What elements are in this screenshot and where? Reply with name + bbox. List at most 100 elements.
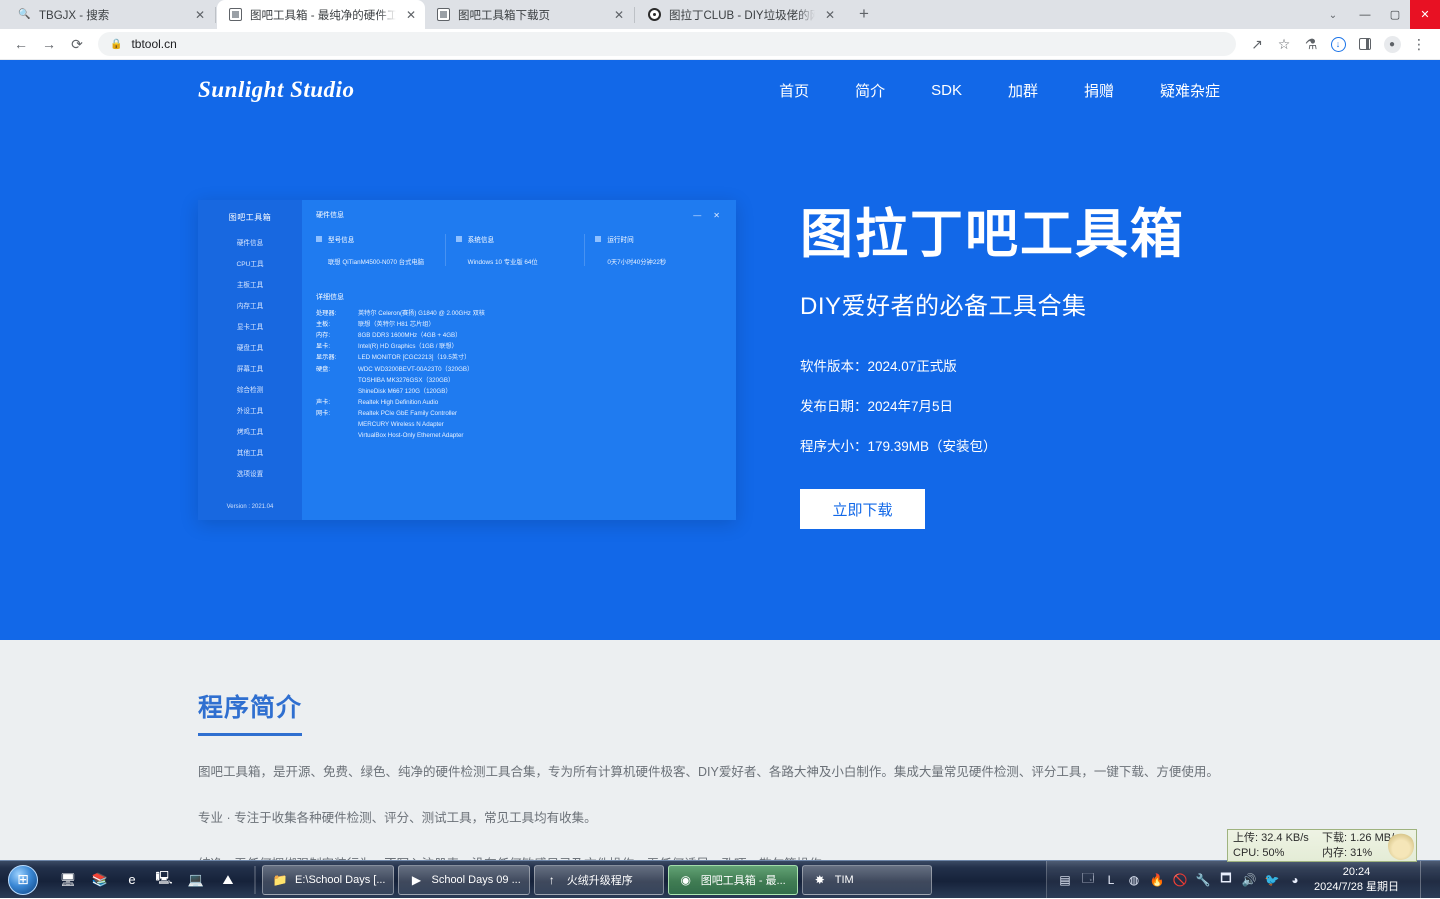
tray-window-icon[interactable]: 🗖 — [1218, 871, 1234, 888]
taskbar-divider — [254, 865, 256, 894]
app-section-title: 硬件信息 — [316, 212, 344, 219]
tab-search-chevron-down-icon[interactable]: ⌄ — [1324, 6, 1342, 24]
tray-tool-icon[interactable]: 🔧 — [1195, 872, 1211, 888]
nav-item-donate[interactable]: 捐赠 — [1084, 80, 1114, 101]
tab-close-icon[interactable]: ✕ — [611, 7, 627, 23]
detail-key: 主板: — [316, 321, 331, 329]
tray-expand-icon[interactable]: ▤ — [1057, 872, 1073, 888]
tab-close-icon[interactable]: ✕ — [403, 7, 419, 23]
page-content: Sunlight Studio 首页 简介 SDK 加群 捐赠 疑难杂症 图吧工… — [0, 60, 1440, 860]
detail-key: 硬盘: — [316, 365, 331, 373]
minecraft-icon[interactable]: ⛰ — [216, 868, 240, 892]
app-card-title: 系统信息 — [455, 234, 577, 244]
taskbar-item-label: TIM — [834, 873, 854, 886]
close-button[interactable]: ✕ — [1410, 0, 1440, 29]
forward-icon[interactable]: → — [36, 31, 62, 57]
show-desktop-icon[interactable]: 🖥 — [56, 868, 80, 892]
tab-close-icon[interactable]: ✕ — [192, 7, 208, 23]
app-detail-section: 详细信息 处理器: 英特尔 Celeron(赛扬) G1840 @ 2.00GH… — [316, 292, 724, 442]
app-info-cards: 型号信息 联想 QiTianM4500-N070 台式电脑 系统信息 Windo… — [316, 234, 724, 266]
new-tab-button[interactable]: + — [850, 0, 878, 28]
browser-menu-icon[interactable]: ⋮ — [1406, 31, 1432, 57]
tim-icon: ✸ — [814, 872, 825, 887]
minimize-button[interactable]: — — [1350, 0, 1380, 29]
detail-value: ShineDisk M667 120G（120GB） — [358, 387, 452, 395]
chrome-icon: ◉ — [680, 872, 691, 887]
app-card-value: 联想 QiTianM4500-N070 台式电脑 — [328, 259, 424, 266]
clock-date: 2024/7/28 星期日 — [1314, 880, 1399, 893]
table-row: 处理器: 英特尔 Celeron(赛扬) G1840 @ 2.00GHz 双核 — [316, 309, 485, 320]
app-card-system: 系统信息 Windows 10 专业版 64位 — [444, 234, 585, 266]
site-nav: 首页 简介 SDK 加群 捐赠 疑难杂症 — [779, 80, 1220, 101]
tray-blue-icon[interactable]: 🐦 — [1264, 872, 1280, 888]
profile-avatar-icon[interactable]: ● — [1379, 31, 1405, 57]
address-bar[interactable]: 🔒 tbtool.cn — [98, 32, 1236, 56]
reload-icon[interactable]: ⟳ — [64, 31, 90, 57]
taskbar-clock[interactable]: 20:24 2024/7/28 星期日 — [1310, 865, 1413, 895]
media-center-icon[interactable]: 📚 — [88, 868, 112, 892]
remote-desktop-icon[interactable]: 🖳 — [152, 868, 176, 892]
maximize-button[interactable]: ▢ — [1380, 0, 1410, 29]
browser-tab-3[interactable]: 图吧工具箱下载页 ✕ — [425, 0, 633, 29]
tab-divider — [634, 6, 635, 23]
internet-explorer-icon[interactable]: e — [120, 868, 144, 892]
download-button[interactable]: 立即下载 — [800, 489, 925, 530]
system-stats-widget[interactable]: 上传: 32.4 KB/s 下载: 1.26 MB/s CPU: 50% 内存:… — [1227, 829, 1417, 862]
site-header: Sunlight Studio 首页 简介 SDK 加群 捐赠 疑难杂症 — [0, 60, 1440, 120]
taskbar-item-potplayer[interactable]: ▶ School Days 09 ... — [398, 864, 530, 895]
taskbar-item-explorer[interactable]: 📁 E:\School Days [... — [262, 864, 395, 895]
share-icon[interactable]: ↗ — [1244, 31, 1270, 57]
hero-subtitle: DIY爱好者的必备工具合集 — [800, 293, 1087, 321]
section-heading: 程序简介 — [198, 688, 303, 736]
toolbar-actions: ↗ ☆ ⚗ ↓ ● ⋮ — [1244, 31, 1432, 57]
browser-tab-2[interactable]: 图吧工具箱 - 最纯净的硬件工具 ✕ — [217, 0, 425, 29]
show-desktop-button[interactable] — [1420, 860, 1430, 899]
browser-tab-1[interactable]: 🔍 TBGJX - 搜索 ✕ — [6, 0, 214, 29]
taskbar-item-tim[interactable]: ✸ TIM — [801, 864, 932, 895]
app-window-controls: — ✕ — [693, 211, 724, 220]
tab-title: TBGJX - 搜索 — [39, 9, 110, 22]
computer-icon[interactable]: 💻 — [184, 868, 208, 892]
mascot-icon — [1388, 832, 1414, 860]
tray-app-icon[interactable]: 🗔 — [1080, 871, 1096, 888]
tray-disabled-icon[interactable]: 🚫 — [1172, 872, 1188, 888]
huorong-icon: ↑ — [548, 872, 555, 887]
detail-value: WDC WD3200BEVT-00A23T0（320GB） — [358, 365, 474, 373]
bookmark-star-icon[interactable]: ☆ — [1271, 31, 1297, 57]
nav-item-group[interactable]: 加群 — [1008, 80, 1038, 101]
tray-dark-icon[interactable]: ◕ — [1287, 872, 1303, 888]
browser-tab-4[interactable]: 图拉丁CLUB - DIY垃圾佬的网站 ✕ — [636, 0, 844, 29]
nav-item-sdk[interactable]: SDK — [931, 82, 962, 99]
app-card-model: 型号信息 联想 QiTianM4500-N070 台式电脑 — [316, 234, 445, 266]
tray-network-monitor-icon[interactable]: ◍ — [1126, 872, 1142, 888]
huorong-shield-icon[interactable]: 🔥 — [1149, 872, 1165, 888]
extensions-icon[interactable]: ⚗ — [1298, 31, 1324, 57]
lav-filters-icon[interactable]: L — [1103, 872, 1119, 888]
taskbar-item-huorong[interactable]: ↑ 火绒升级程序 — [533, 864, 664, 895]
app-sidebar-item-6: 屏幕工具 — [236, 366, 264, 373]
app-sidebar-item-7: 综合检测 — [236, 387, 264, 394]
app-sidebar-item-1: CPU工具 — [236, 261, 264, 268]
tab-title: 图吧工具箱下载页 — [458, 9, 550, 22]
back-icon[interactable]: ← — [8, 31, 34, 57]
lock-icon: 🔒 — [110, 38, 123, 50]
start-button[interactable]: ⊞ — [0, 862, 46, 898]
taskbar-item-chrome[interactable]: ◉ 图吧工具箱 - 最... — [667, 864, 798, 895]
app-sidebar-item-8: 外设工具 — [236, 408, 264, 415]
volume-icon[interactable]: 🔊 — [1241, 872, 1257, 888]
detail-value: VirtualBox Host-Only Ethernet Adapter — [358, 432, 464, 440]
nav-item-faq[interactable]: 疑难杂症 — [1160, 80, 1220, 101]
folder-icon: 📁 — [272, 872, 288, 887]
side-panel-icon[interactable] — [1352, 31, 1378, 57]
cpu-usage-text: CPU: 50% — [1233, 846, 1285, 859]
downloads-icon[interactable]: ↓ — [1325, 31, 1351, 57]
app-sidebar-item-4: 显卡工具 — [236, 324, 264, 331]
intro-section: 程序简介 图吧工具箱，是开源、免费、绿色、纯净的硬件检测工具合集，专为所有计算机… — [0, 640, 1440, 860]
tab-close-icon[interactable]: ✕ — [822, 7, 838, 23]
detail-key: 处理器: — [316, 310, 337, 317]
nav-item-intro[interactable]: 简介 — [855, 80, 885, 101]
detail-key: 网卡: — [316, 409, 331, 417]
taskbar-item-label: 火绒升级程序 — [566, 874, 633, 887]
potplayer-icon: ▶ — [411, 872, 422, 887]
nav-item-home[interactable]: 首页 — [779, 80, 809, 101]
